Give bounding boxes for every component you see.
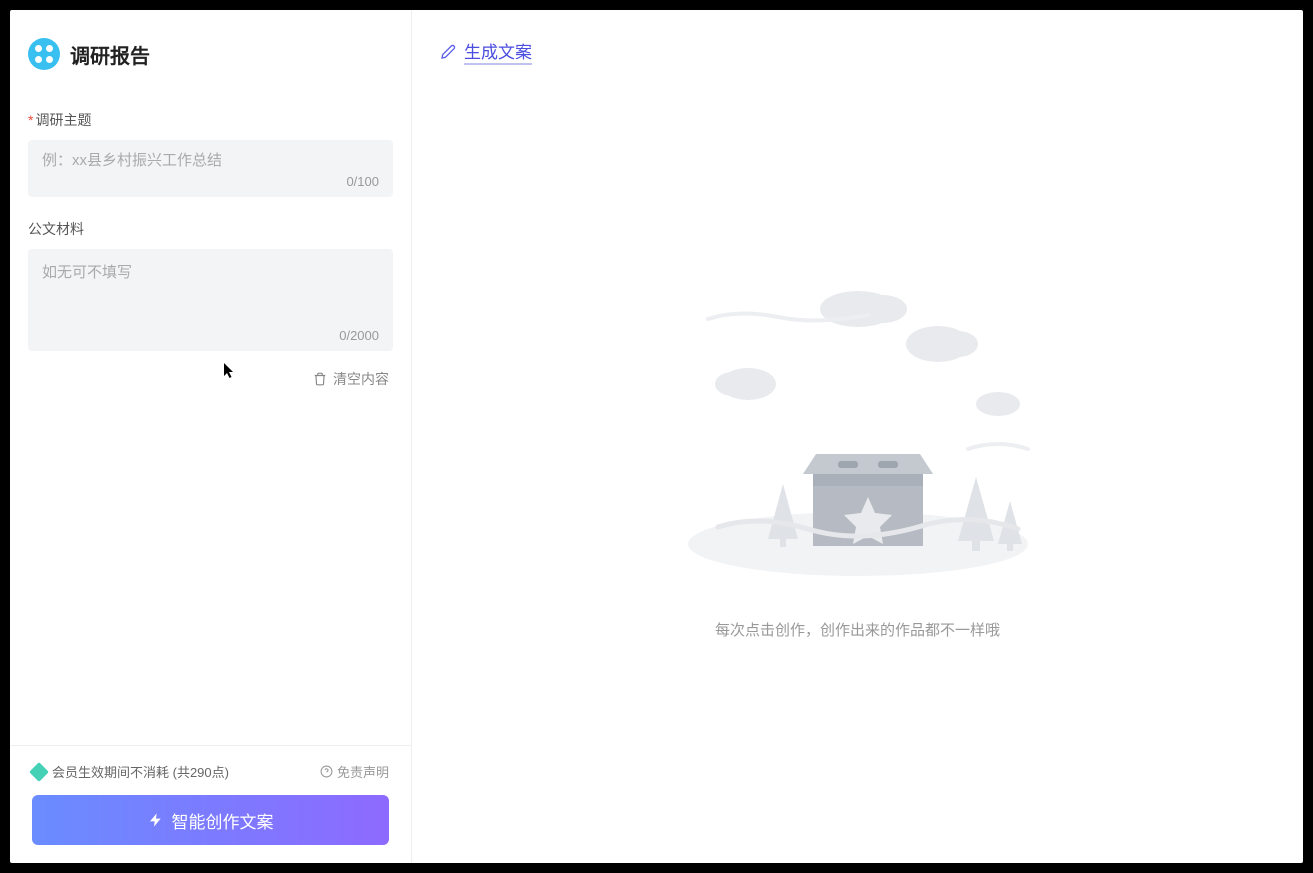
clear-content-button[interactable]: 清空内容 (28, 369, 393, 389)
disclaimer-label: 免责声明 (337, 762, 389, 781)
topic-field: * 调研主题 0/100 (28, 110, 393, 197)
topic-counter: 0/100 (42, 174, 379, 189)
empty-illustration (658, 289, 1058, 589)
main-content: 生成文案 (412, 10, 1303, 863)
sidebar-header: 调研报告 (10, 10, 411, 80)
topic-input-wrap: 0/100 (28, 140, 393, 197)
material-input-wrap: 0/2000 (28, 249, 393, 351)
material-label: 公文材料 (28, 219, 84, 239)
info-icon (320, 765, 333, 778)
edit-icon (440, 44, 456, 60)
material-field: 公文材料 0/2000 (28, 219, 393, 351)
sidebar: 调研报告 * 调研主题 0/100 公文材料 (10, 10, 412, 863)
material-label-row: 公文材料 (28, 219, 393, 239)
main-header-title[interactable]: 生成文案 (464, 38, 532, 65)
page-title: 调研报告 (70, 40, 150, 69)
sidebar-footer: 会员生效期间不消耗 (共290点) 免责声明 智能创作文案 (10, 745, 411, 863)
footer-info: 会员生效期间不消耗 (共290点) 免责声明 (32, 762, 389, 781)
form-area: * 调研主题 0/100 公文材料 0/2000 (10, 80, 411, 745)
bolt-icon (148, 812, 164, 828)
topic-label-row: * 调研主题 (28, 110, 393, 130)
material-counter: 0/2000 (42, 328, 379, 343)
app-logo (28, 38, 60, 70)
membership-info: 会员生效期间不消耗 (共290点) (32, 762, 229, 781)
empty-state-text: 每次点击创作，创作出来的作品都不一样哦 (715, 619, 1000, 640)
required-star: * (28, 112, 33, 128)
clear-content-label: 清空内容 (333, 369, 389, 389)
membership-text: 会员生效期间不消耗 (共290点) (52, 762, 229, 781)
generate-button-label: 智能创作文案 (172, 808, 274, 833)
diamond-icon (29, 762, 49, 782)
main-header: 生成文案 (412, 10, 1303, 65)
trash-icon (313, 372, 327, 386)
generate-button[interactable]: 智能创作文案 (32, 795, 389, 845)
material-textarea[interactable] (42, 261, 379, 319)
topic-label: 调研主题 (35, 110, 91, 130)
disclaimer-link[interactable]: 免责声明 (320, 762, 389, 781)
empty-state: 每次点击创作，创作出来的作品都不一样哦 (412, 65, 1303, 863)
topic-input[interactable] (42, 152, 379, 169)
